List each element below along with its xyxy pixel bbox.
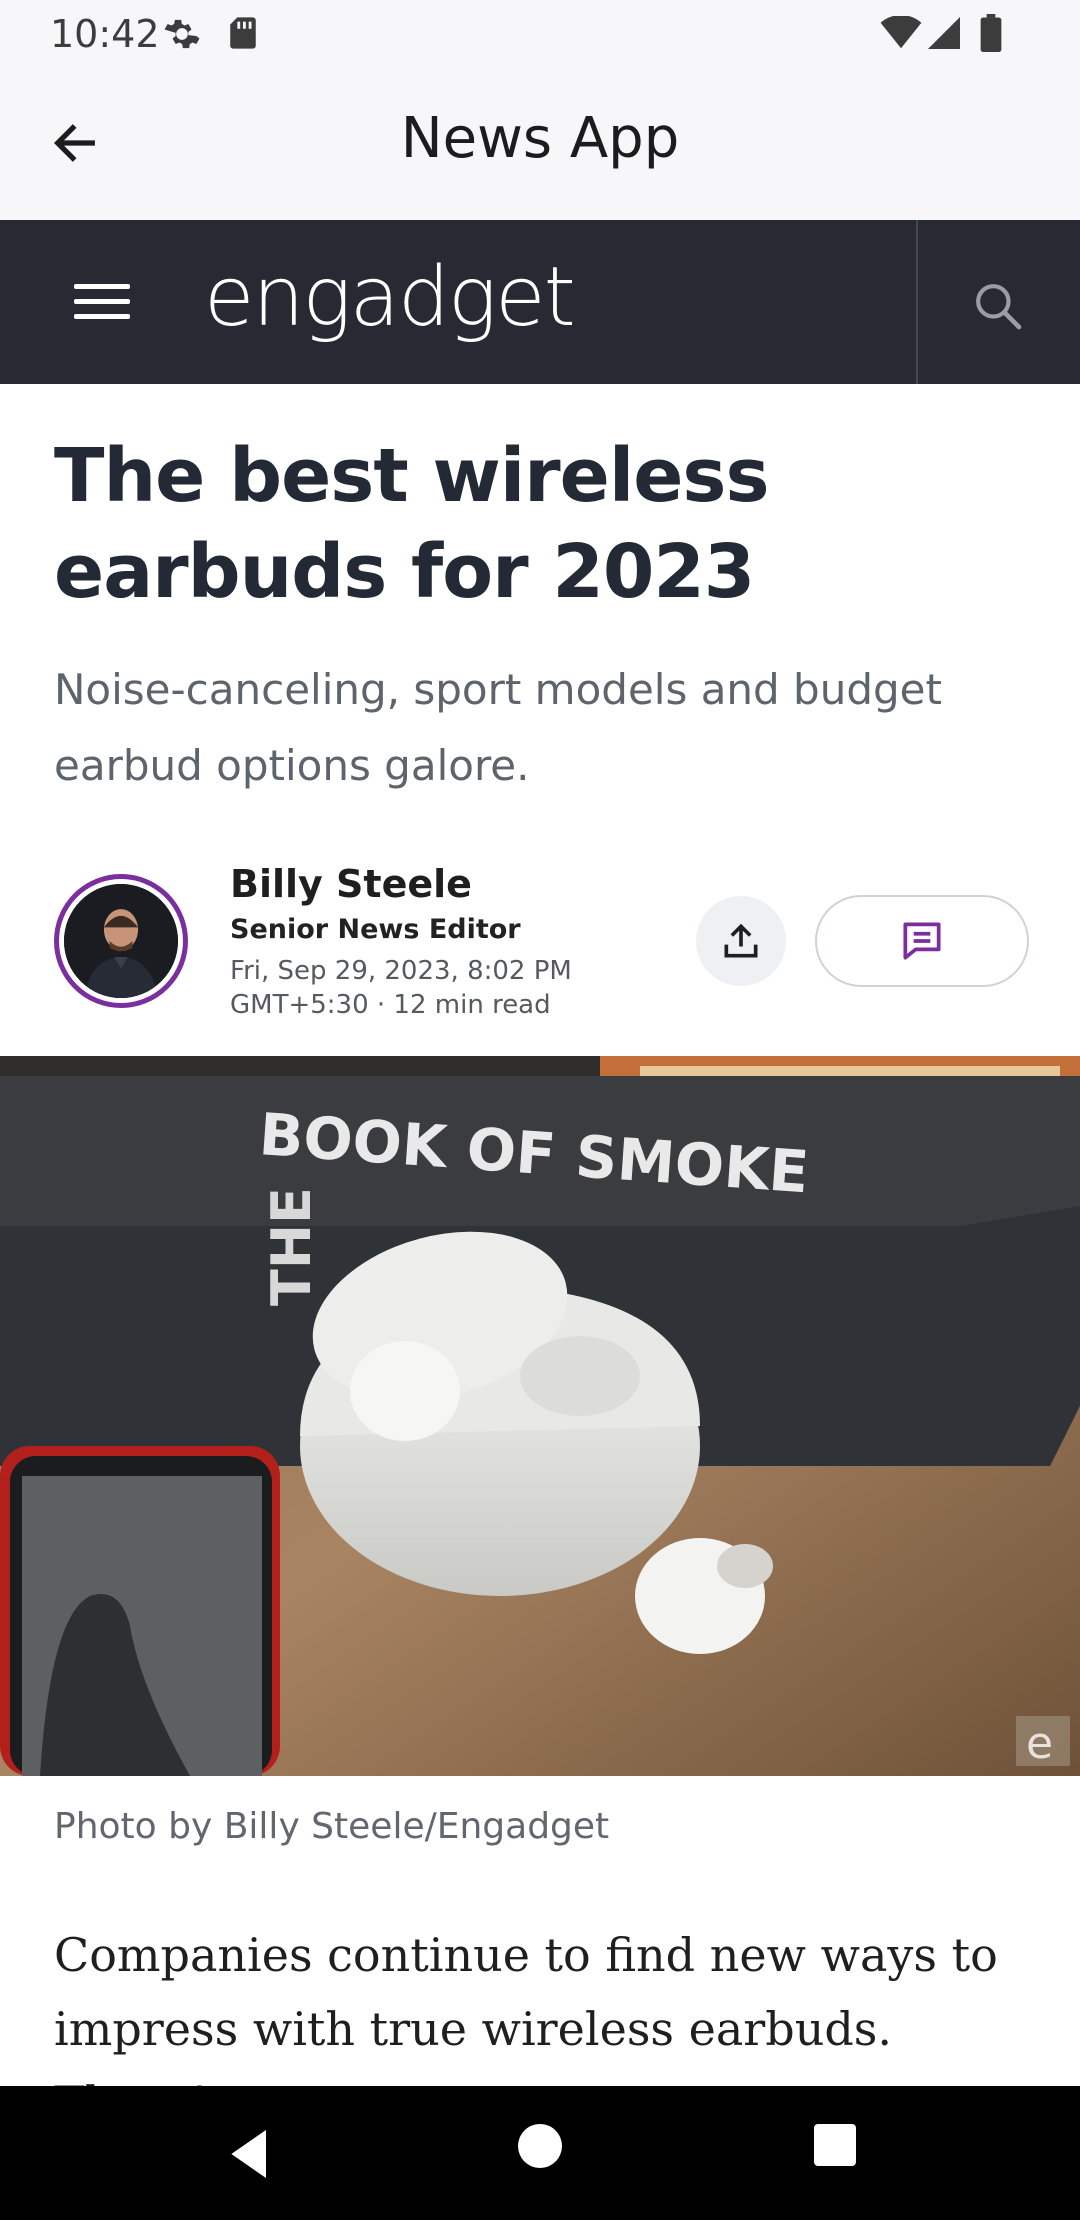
article-date-line: Fri, Sep 29, 2023, 8:02 PM bbox=[230, 956, 572, 986]
author-avatar[interactable] bbox=[54, 874, 188, 1008]
hero-image[interactable]: BOOK OF SMOKE THE e bbox=[0, 1056, 1080, 1776]
article-read-time: GMT+5:30 · 12 min read bbox=[230, 990, 551, 1020]
cell-signal-icon bbox=[928, 17, 960, 49]
app-title: News App bbox=[400, 106, 680, 171]
nav-back-icon[interactable] bbox=[218, 2122, 282, 2186]
hamburger-menu-button[interactable] bbox=[64, 270, 144, 334]
photo-credit: Photo by Billy Steele/Engadget bbox=[54, 1806, 610, 1847]
site-header: engadget bbox=[0, 220, 1080, 384]
settings-gear-icon bbox=[164, 19, 200, 49]
wifi-icon bbox=[880, 16, 922, 49]
author-role: Senior News Editor bbox=[230, 914, 521, 945]
article-headline: The best wireless earbuds for 2023 bbox=[54, 433, 770, 615]
search-button[interactable] bbox=[958, 266, 1038, 346]
system-nav-bar bbox=[0, 2086, 1080, 2220]
share-upload-icon bbox=[724, 923, 758, 958]
comment-icon bbox=[903, 922, 941, 960]
earbuds-photo: BOOK OF SMOKE THE e bbox=[0, 1056, 1080, 1776]
share-button[interactable] bbox=[696, 896, 786, 986]
header-divider bbox=[916, 220, 918, 384]
battery-icon bbox=[980, 14, 1002, 52]
hamburger-menu-icon bbox=[74, 284, 130, 289]
author-photo bbox=[64, 884, 178, 998]
comment-button[interactable] bbox=[815, 895, 1029, 987]
svg-text:e: e bbox=[1026, 1718, 1053, 1769]
article-subhead: Noise-canceling, sport models and budget… bbox=[54, 665, 942, 790]
app-bar: News App bbox=[0, 66, 1080, 220]
sd-card-icon bbox=[230, 17, 256, 49]
book-spine: THE bbox=[260, 1187, 323, 1306]
site-logo[interactable]: engadget bbox=[204, 250, 576, 345]
search-icon bbox=[976, 284, 1022, 330]
nav-home-icon[interactable] bbox=[518, 2124, 562, 2168]
nav-recents-icon[interactable] bbox=[814, 2124, 856, 2166]
article-date: Fri, Sep 29, 2023, 8:02 PM GMT+5:30 · 12… bbox=[230, 954, 572, 1022]
status-time: 10:42 bbox=[50, 12, 160, 56]
author-name[interactable]: Billy Steele bbox=[230, 862, 472, 906]
status-bar: 10:42 bbox=[0, 0, 1080, 66]
